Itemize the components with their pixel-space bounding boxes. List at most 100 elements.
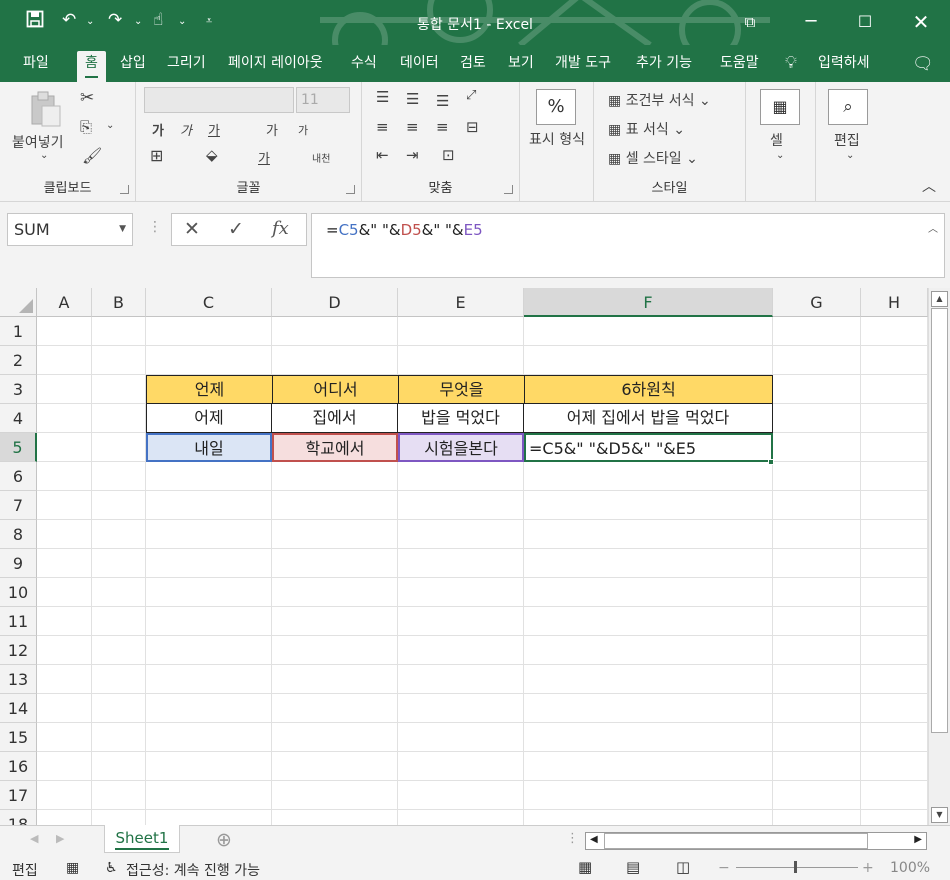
cell-c10[interactable]	[146, 578, 272, 607]
cell-h1[interactable]	[861, 317, 928, 346]
cell-b7[interactable]	[92, 491, 146, 520]
cell-e17[interactable]	[398, 781, 524, 810]
cell-b1[interactable]	[92, 317, 146, 346]
cell-c13[interactable]	[146, 665, 272, 694]
percent-icon[interactable]: %	[536, 89, 576, 125]
vertical-scroll-thumb[interactable]	[931, 308, 948, 733]
fill-handle[interactable]	[768, 459, 774, 465]
tab-home[interactable]: 홈	[77, 51, 106, 82]
tell-me-search[interactable]: 입력하세	[810, 51, 878, 82]
cell-b16[interactable]	[92, 752, 146, 781]
cell-g4[interactable]	[773, 404, 861, 433]
cell-d5[interactable]: 학교에서	[272, 433, 398, 462]
cell-d7[interactable]	[272, 491, 398, 520]
cell-g16[interactable]	[773, 752, 861, 781]
cell-d18[interactable]	[272, 810, 398, 825]
cell-d17[interactable]	[272, 781, 398, 810]
cell-d9[interactable]	[272, 549, 398, 578]
cell-e10[interactable]	[398, 578, 524, 607]
tab-help[interactable]: 도움말	[712, 51, 767, 82]
row-header-12[interactable]: 12	[0, 636, 37, 665]
tab-add-ins[interactable]: 추가 기능	[628, 51, 700, 82]
cell-styles-button[interactable]: ▦ 셀 스타일 ⌄	[608, 148, 698, 168]
cell-f12[interactable]	[524, 636, 773, 665]
tab-page-layout[interactable]: 페이지 레이아웃	[220, 51, 331, 82]
format-painter-icon[interactable]: 🖌︎	[82, 146, 102, 165]
name-box[interactable]: SUM ▼	[7, 213, 133, 246]
cell-c3[interactable]: 언제	[146, 375, 272, 404]
align-center-icon[interactable]: ≡	[406, 118, 419, 136]
zoom-level[interactable]: 100%	[890, 860, 930, 876]
wrap-text-icon[interactable]: ⊟	[466, 118, 479, 136]
cell-a2[interactable]	[37, 346, 92, 375]
cell-f17[interactable]	[524, 781, 773, 810]
paste-icon[interactable]	[28, 90, 64, 128]
cell-a11[interactable]	[37, 607, 92, 636]
cell-f5-active[interactable]: =C5&" "&D5&" "&E5	[524, 433, 773, 462]
row-header-18[interactable]: 18	[0, 810, 37, 825]
font-size-box[interactable]: 11	[296, 87, 350, 113]
cell-a5[interactable]	[37, 433, 92, 462]
cell-b10[interactable]	[92, 578, 146, 607]
cell-a13[interactable]	[37, 665, 92, 694]
cell-d11[interactable]	[272, 607, 398, 636]
cell-d2[interactable]	[272, 346, 398, 375]
cell-g17[interactable]	[773, 781, 861, 810]
cell-e8[interactable]	[398, 520, 524, 549]
cell-f2[interactable]	[524, 346, 773, 375]
cell-d1[interactable]	[272, 317, 398, 346]
cell-d10[interactable]	[272, 578, 398, 607]
cell-g7[interactable]	[773, 491, 861, 520]
cell-f4[interactable]: 어제 집에서 밥을 먹었다	[524, 404, 773, 433]
cell-g13[interactable]	[773, 665, 861, 694]
row-header-2[interactable]: 2	[0, 346, 37, 375]
font-color-button[interactable]: 가	[258, 148, 270, 167]
borders-icon[interactable]: ⊞	[150, 146, 163, 165]
row-header-14[interactable]: 14	[0, 694, 37, 723]
cell-a8[interactable]	[37, 520, 92, 549]
cell-f7[interactable]	[524, 491, 773, 520]
name-box-dropdown-icon[interactable]: ▼	[119, 214, 126, 245]
tab-formulas[interactable]: 수식	[343, 51, 385, 82]
column-header-c[interactable]: C	[146, 288, 272, 317]
minimize-button[interactable]: ─	[796, 9, 826, 35]
font-name-box[interactable]	[144, 87, 294, 113]
cell-d14[interactable]	[272, 694, 398, 723]
cell-d13[interactable]	[272, 665, 398, 694]
cell-h6[interactable]	[861, 462, 928, 491]
cell-c17[interactable]	[146, 781, 272, 810]
tab-file[interactable]: 파일	[15, 51, 57, 82]
cell-f10[interactable]	[524, 578, 773, 607]
column-header-d[interactable]: D	[272, 288, 398, 317]
align-left-icon[interactable]: ≡	[376, 118, 389, 136]
cell-h17[interactable]	[861, 781, 928, 810]
cell-b8[interactable]	[92, 520, 146, 549]
bold-button[interactable]: 가	[152, 120, 164, 139]
formula-input[interactable]: =C5&" "&D5&" "&E5 ︿	[311, 213, 945, 278]
tab-splitter-icon[interactable]: ⋮	[566, 831, 579, 846]
alignment-launcher-icon[interactable]	[504, 185, 513, 194]
cells-button[interactable]: 셀	[770, 130, 783, 150]
accessibility-icon[interactable]: ♿︎	[105, 860, 118, 876]
cell-h18[interactable]	[861, 810, 928, 825]
align-top-icon[interactable]: ☰	[376, 88, 389, 106]
cell-e5[interactable]: 시험을본다	[398, 433, 524, 462]
cell-d3[interactable]: 어디서	[272, 375, 398, 404]
editing-button[interactable]: 편집	[834, 130, 860, 150]
zoom-in-icon[interactable]: +	[862, 860, 874, 876]
zoom-out-icon[interactable]: −	[718, 860, 730, 876]
cell-h9[interactable]	[861, 549, 928, 578]
cell-h7[interactable]	[861, 491, 928, 520]
number-format-button[interactable]: 표시 형식	[526, 131, 588, 149]
cell-g8[interactable]	[773, 520, 861, 549]
page-layout-view-icon[interactable]: ▤	[626, 858, 640, 876]
paste-button[interactable]: 붙여넣기	[12, 132, 64, 152]
cell-e18[interactable]	[398, 810, 524, 825]
cell-b6[interactable]	[92, 462, 146, 491]
cell-d6[interactable]	[272, 462, 398, 491]
paste-dropdown-icon[interactable]: ⌄	[40, 150, 48, 161]
cell-b3[interactable]	[92, 375, 146, 404]
cell-f15[interactable]	[524, 723, 773, 752]
scroll-up-icon[interactable]: ▲	[931, 291, 948, 307]
cell-e16[interactable]	[398, 752, 524, 781]
